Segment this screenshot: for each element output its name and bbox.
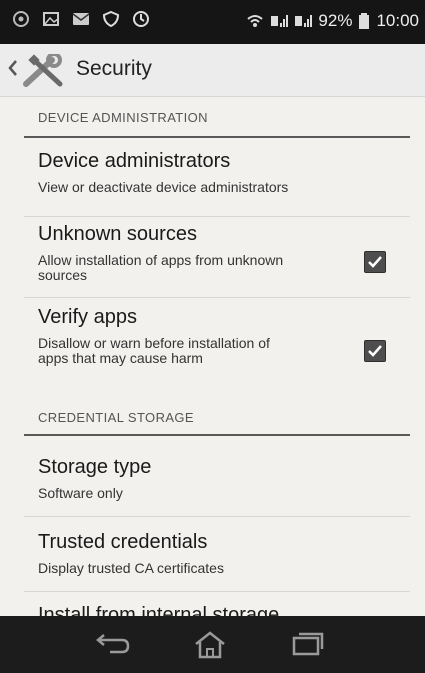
pref-title: Verify apps: [38, 306, 137, 328]
sim2-signal-icon: [295, 15, 313, 27]
recent-apps-icon[interactable]: [290, 630, 326, 658]
pref-unknown-sources[interactable]: Unknown sources Allow installation of ap…: [24, 217, 410, 298]
section-header-label: DEVICE ADMINISTRATION: [38, 110, 208, 125]
checkmark-icon: [368, 345, 382, 357]
pref-storage-type[interactable]: Storage type Software only: [24, 436, 410, 517]
action-bar: Security: [0, 44, 425, 97]
status-bar: 92% 10:00: [0, 0, 425, 44]
pref-trusted-credentials[interactable]: Trusted credentials Display trusted CA c…: [24, 517, 410, 592]
app-notification-icon: [13, 11, 29, 27]
gallery-notification-icon: [43, 12, 59, 26]
section-header-device-administration: DEVICE ADMINISTRATION: [24, 98, 410, 138]
checkmark-icon: [368, 256, 382, 268]
pref-summary: View or deactivate device administrators: [38, 179, 289, 195]
pref-install-from-storage[interactable]: Install from internal storage: [24, 592, 410, 616]
pref-title: Trusted credentials: [38, 531, 208, 553]
pref-title: Unknown sources: [38, 223, 197, 245]
pref-summary: Software only: [38, 485, 123, 501]
up-navigation-icon[interactable]: [8, 59, 18, 77]
screen-title: Security: [76, 57, 152, 80]
tools-icon[interactable]: [22, 54, 66, 88]
sim1-signal-icon: [271, 15, 289, 27]
pref-device-administrators[interactable]: Device administrators View or deactivate…: [24, 138, 410, 217]
unknown-sources-checkbox[interactable]: [364, 251, 386, 273]
sync-notification-icon: [133, 11, 149, 27]
pref-title: Install from internal storage: [38, 604, 280, 616]
navigation-bar: [0, 616, 425, 673]
home-icon[interactable]: [193, 630, 227, 660]
wifi-icon: [247, 15, 264, 27]
shield-notification-icon: [102, 10, 120, 28]
pref-verify-apps[interactable]: Verify apps Disallow or warn before inst…: [24, 298, 410, 396]
pref-summary: Allow installation of apps from unknown …: [38, 252, 284, 283]
battery-percent: 92%: [318, 11, 353, 30]
battery-icon: [359, 13, 370, 29]
status-bar-notifications: [12, 10, 150, 28]
section-header-label: CREDENTIAL STORAGE: [38, 410, 195, 425]
pref-title: Storage type: [38, 456, 152, 478]
email-notification-icon: [72, 13, 90, 25]
settings-list[interactable]: DEVICE ADMINISTRATION Device administrat…: [0, 96, 425, 616]
pref-title: Device administrators: [38, 150, 231, 172]
verify-apps-checkbox[interactable]: [364, 340, 386, 362]
status-bar-system: 92% 10:00: [246, 11, 419, 31]
pref-summary: Disallow or warn before installation of …: [38, 335, 270, 366]
status-time: 10:00: [376, 11, 419, 30]
pref-summary: Display trusted CA certificates: [38, 560, 224, 576]
back-icon[interactable]: [92, 630, 132, 658]
section-header-credential-storage: CREDENTIAL STORAGE: [24, 396, 410, 436]
